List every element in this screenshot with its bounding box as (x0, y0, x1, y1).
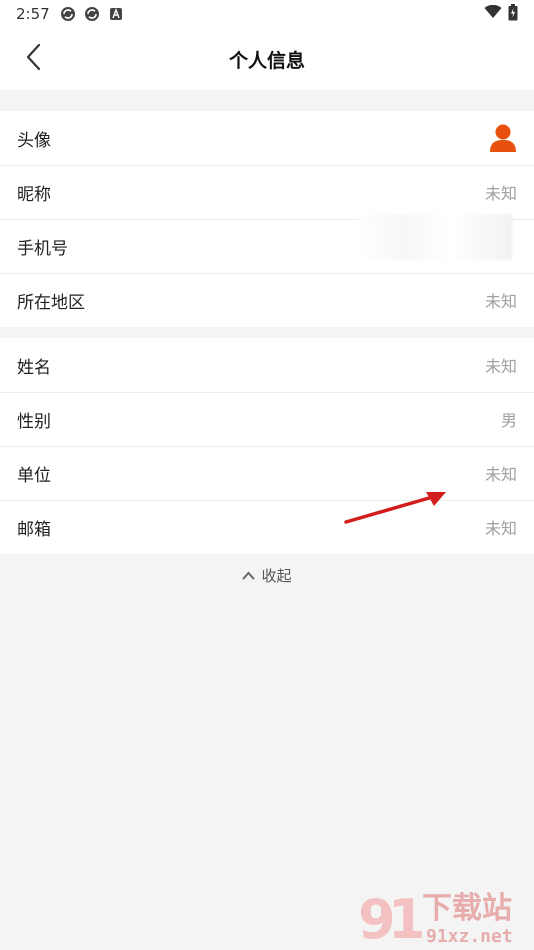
name-label: 姓名 (17, 357, 51, 378)
gender-label: 性别 (17, 411, 51, 432)
battery-icon (508, 3, 518, 25)
region-row[interactable]: 所在地区 未知 (0, 273, 534, 327)
avatar-row[interactable]: 头像 (0, 111, 534, 165)
a-icon (108, 6, 124, 22)
gender-value: 男 (500, 411, 517, 430)
name-row[interactable]: 姓名 未知 (0, 338, 534, 392)
email-row[interactable]: 邮箱 未知 (0, 500, 534, 554)
company-label: 单位 (17, 465, 51, 486)
region-value: 未知 (484, 292, 517, 311)
status-bar: 2:57 (0, 0, 534, 28)
collapse-button[interactable]: 收起 (0, 562, 534, 588)
svg-text:下载站: 下载站 (422, 891, 512, 926)
chevron-left-icon (25, 43, 41, 75)
wifi-icon (484, 4, 502, 23)
region-label: 所在地区 (17, 292, 85, 313)
email-label: 邮箱 (17, 519, 51, 540)
status-time: 2:57 (16, 5, 50, 23)
name-value: 未知 (484, 357, 517, 376)
svg-text:1: 1 (388, 888, 426, 946)
page-title: 个人信息 (228, 49, 305, 72)
svg-text:91xz.net: 91xz.net (426, 926, 513, 946)
back-button[interactable] (18, 42, 48, 76)
profile-section-details: 姓名 未知 性别 男 单位 未知 邮箱 未知 (0, 338, 534, 554)
sync-icon (60, 6, 76, 22)
company-value: 未知 (484, 465, 517, 484)
avatar[interactable] (489, 123, 517, 153)
redaction-blur (358, 214, 512, 260)
avatar-label: 头像 (17, 130, 51, 151)
app-header: 个人信息 (0, 28, 534, 90)
annotation-arrow-icon (340, 486, 452, 532)
watermark-logo: 9 1 下载站 91xz.net (358, 886, 528, 950)
chevron-up-icon (242, 571, 255, 580)
email-value: 未知 (484, 519, 517, 538)
sync-icon (84, 6, 100, 22)
gender-row[interactable]: 性别 男 (0, 392, 534, 446)
nickname-value: 未知 (484, 184, 517, 203)
company-row[interactable]: 单位 未知 (0, 446, 534, 500)
collapse-label: 收起 (261, 566, 292, 585)
nickname-label: 昵称 (17, 184, 51, 205)
nickname-row[interactable]: 昵称 未知 (0, 165, 534, 219)
phone-label: 手机号 (17, 238, 68, 259)
